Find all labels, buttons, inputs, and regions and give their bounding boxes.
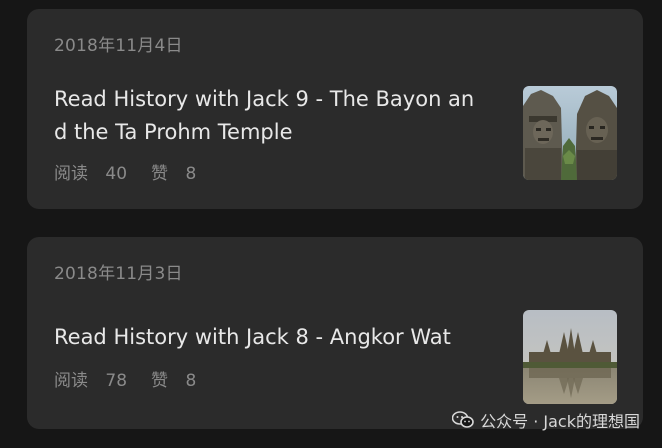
- article-date: 2018年11月4日: [54, 36, 183, 56]
- read-label: 阅读: [54, 371, 88, 391]
- like-count: 赞 8: [151, 164, 208, 184]
- bayon-temple-thumbnail[interactable]: [523, 86, 617, 180]
- like-count: 赞 8: [151, 371, 208, 391]
- read-label: 阅读: [54, 164, 88, 184]
- like-value: 8: [185, 164, 197, 184]
- article-title[interactable]: Read History with Jack 9 - The Bayon an …: [54, 83, 474, 149]
- article-stats: 阅读 40 赞 8: [54, 159, 220, 184]
- article-title[interactable]: Read History with Jack 8 - Angkor Wat: [54, 321, 451, 354]
- article-feed: 2018年11月4日 Read History with Jack 9 - Th…: [0, 0, 662, 448]
- like-value: 8: [185, 371, 197, 391]
- wechat-icon: [451, 411, 474, 429]
- read-value: 40: [105, 164, 128, 184]
- read-count: 阅读 78: [54, 371, 139, 391]
- watermark-text: 公众号 · Jack的理想国: [480, 412, 640, 431]
- article-title-line: Read History with Jack 9 - The Bayon an: [54, 87, 475, 111]
- article-stats: 阅读 78 赞 8: [54, 366, 220, 391]
- article-title-line: Read History with Jack 8 - Angkor Wat: [54, 325, 451, 349]
- read-value: 78: [105, 371, 128, 391]
- read-count: 阅读 40: [54, 164, 139, 184]
- angkor-wat-thumbnail[interactable]: [523, 310, 617, 404]
- like-label: 赞: [151, 371, 169, 391]
- article-card[interactable]: 2018年11月4日 Read History with Jack 9 - Th…: [27, 9, 643, 209]
- article-title-line: d the Ta Prohm Temple: [54, 120, 293, 144]
- article-card[interactable]: 2018年11月3日 Read History with Jack 8 - An…: [27, 237, 643, 429]
- account-watermark: 公众号 · Jack的理想国: [451, 408, 640, 432]
- article-date: 2018年11月3日: [54, 264, 183, 284]
- like-label: 赞: [151, 164, 169, 184]
